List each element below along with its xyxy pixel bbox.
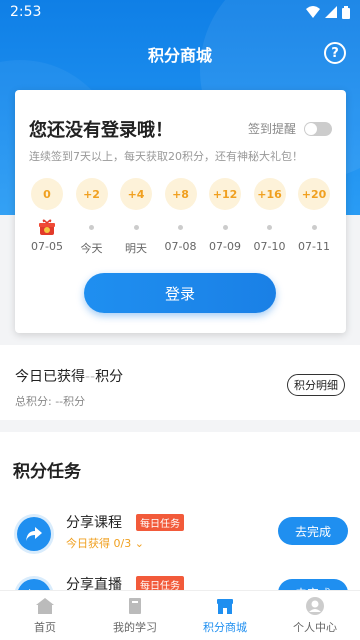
daily-task-badge: 每日任务 [136, 514, 184, 531]
tab-my-learning[interactable]: 我的学习 [90, 591, 180, 640]
user-icon [306, 597, 324, 615]
day-dot [267, 224, 272, 230]
signin-day: +12 07-09 [207, 178, 243, 256]
day-points-badge: +8 [164, 178, 197, 210]
status-time: 2:53 [10, 4, 42, 20]
signal-icon [325, 6, 337, 18]
tasks-title: 积分任务 [13, 462, 81, 482]
task-name: 分享课程 [66, 515, 122, 531]
tab-label: 积分商城 [203, 621, 247, 634]
wifi-icon [306, 6, 320, 18]
status-bar: 2:53 [0, 0, 360, 24]
day-points-badge: +20 [298, 178, 330, 210]
day-dot [89, 224, 94, 230]
signin-subtitle: 连续签到7天以上，每天获取20积分，还有神秘大礼包！ [29, 150, 303, 163]
day-points-badge: 0 [31, 178, 63, 210]
day-dot [311, 224, 317, 230]
question-circle-icon[interactable]: ? [324, 42, 346, 64]
page-title: 积分商城 [147, 46, 212, 65]
task-item: 分享课程 每日任务 今日获得 0/3 ⌄ 去完成 [0, 512, 360, 562]
day-label: 07-05 [31, 240, 63, 253]
signin-days: 0 07-05 +2 今天 +4 明天 +8 07-08 +12 07-09 +… [29, 178, 332, 256]
task-action-button[interactable]: 去完成 [278, 517, 348, 545]
total-points: 总积分: --积分 [15, 395, 86, 408]
tab-home[interactable]: 首页 [0, 591, 90, 640]
day-points-badge: +2 [75, 178, 108, 210]
today-points-suffix: 积分 [95, 369, 124, 385]
reminder-toggle[interactable] [304, 121, 332, 136]
signin-day: +4 明天 [118, 178, 154, 256]
share-icon-wrap [14, 514, 54, 554]
tab-label: 首页 [34, 621, 56, 634]
points-summary: 今日已获得--积分 总积分: --积分 积分明细 [0, 345, 360, 420]
signin-day: +16 07-10 [252, 178, 288, 256]
task-progress-text: 今日获得 0/3 [66, 537, 132, 550]
tab-points-mall[interactable]: 积分商城 [180, 591, 270, 640]
today-points-prefix: 今日已获得 [15, 369, 85, 385]
day-label: 明天 [125, 242, 147, 255]
day-label: 07-09 [209, 240, 241, 253]
gift-icon [39, 219, 55, 235]
signin-day: +8 07-08 [163, 178, 199, 256]
points-detail-button[interactable]: 积分明细 [287, 374, 345, 396]
signin-day: 0 07-05 [29, 178, 65, 256]
store-icon [217, 599, 233, 614]
day-dot [222, 224, 228, 230]
today-points-value: -- [85, 369, 96, 385]
day-label: 07-08 [164, 240, 197, 253]
day-points-badge: +4 [120, 178, 152, 210]
day-points-badge: +12 [209, 178, 241, 210]
reminder-label: 签到提醒 [247, 122, 296, 136]
task-progress[interactable]: 今日获得 0/3 ⌄ [66, 535, 144, 551]
signin-title: 您还没有登录哦！ [29, 120, 173, 141]
day-label: 07-11 [298, 240, 330, 253]
login-button[interactable]: 登录 [84, 273, 276, 313]
bottom-tab-bar: 首页 我的学习 积分商城 个人中心 [0, 590, 360, 640]
day-points-badge: +16 [253, 178, 286, 210]
today-points: 今日已获得--积分 [15, 366, 123, 386]
status-icons [306, 5, 350, 19]
book-icon [129, 598, 141, 614]
tab-profile[interactable]: 个人中心 [270, 591, 360, 640]
day-dot [178, 224, 183, 230]
day-label: 07-10 [253, 240, 286, 253]
tab-label: 个人中心 [293, 621, 337, 634]
day-label: 今天 [80, 242, 103, 255]
signin-card: 您还没有登录哦！ 签到提醒 连续签到7天以上，每天获取20积分，还有神秘大礼包！… [15, 90, 346, 333]
signin-day: +20 07-11 [296, 178, 332, 256]
day-dot [133, 224, 139, 230]
battery-icon [342, 5, 350, 19]
reminder-setting: 签到提醒 [248, 120, 332, 137]
signin-day: +2 今天 [74, 178, 110, 256]
tab-label: 我的学习 [113, 621, 157, 634]
chevron-down-icon: ⌄ [134, 537, 144, 550]
share-icon [17, 517, 51, 551]
home-icon [36, 598, 54, 614]
